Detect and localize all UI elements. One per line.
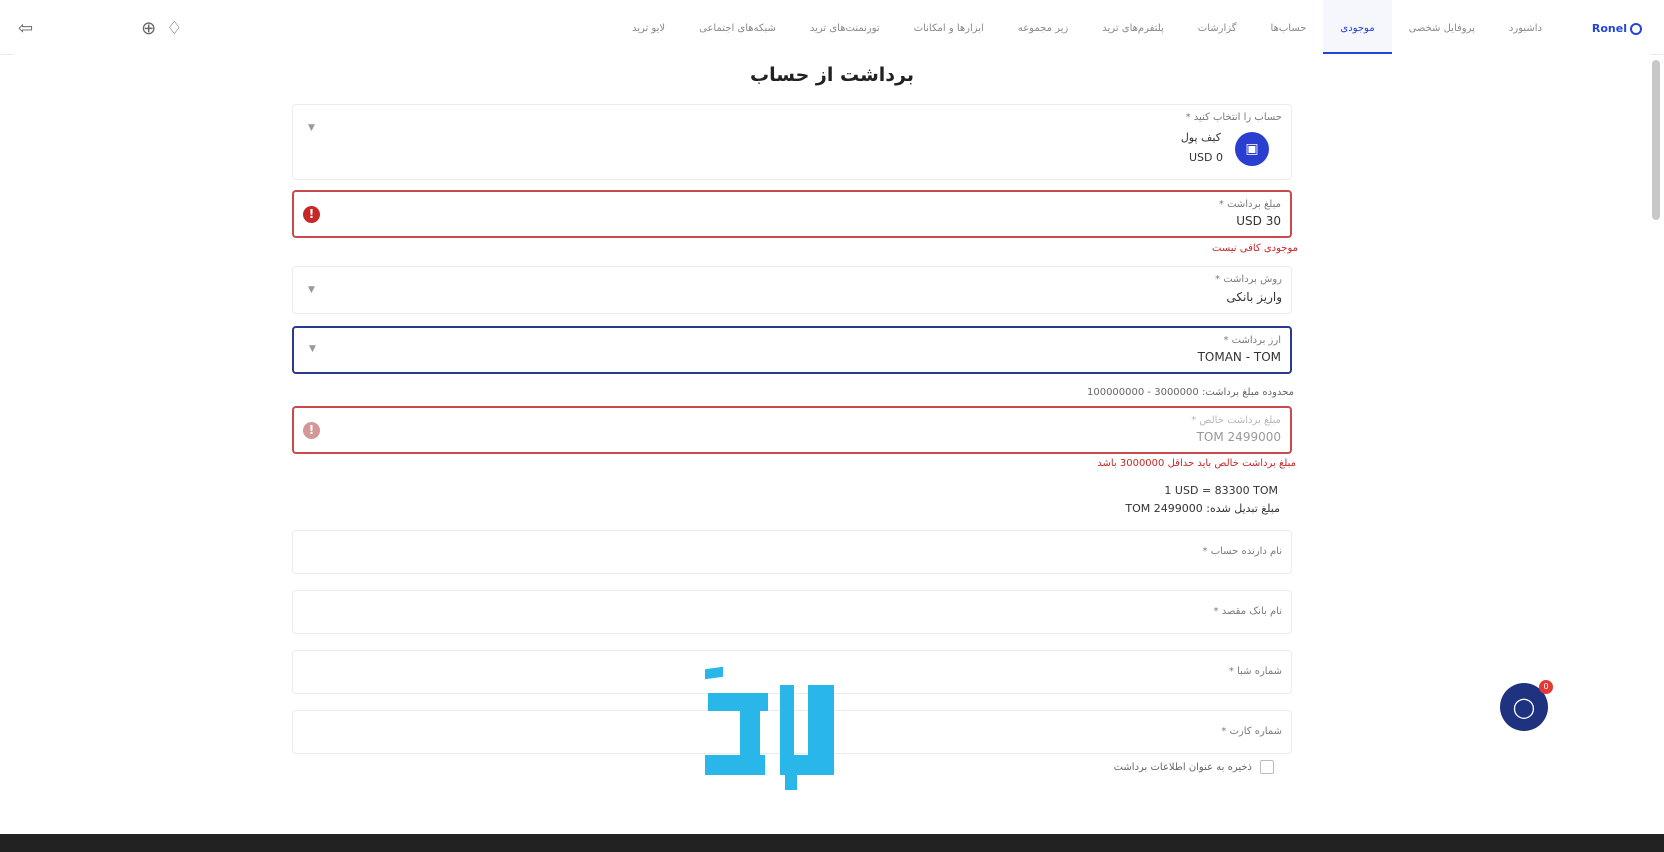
nav-accounts[interactable]: حساب‌ها <box>1254 0 1324 54</box>
logo-text: Ronel <box>1591 22 1627 35</box>
watermark-logo <box>705 666 834 790</box>
net-amount-field[interactable]: مبلغ برداشت خالص * 2499000 TOM ! <box>292 406 1292 454</box>
account-balance: USD 0 <box>1189 151 1223 164</box>
bottom-bar <box>0 834 1664 852</box>
scrollbar[interactable] <box>1652 60 1660 220</box>
method-label: روش برداشت * <box>1215 274 1282 285</box>
method-value: واریز بانکی <box>1226 290 1282 304</box>
nav-referral[interactable]: زیر مجموعه <box>1001 0 1085 54</box>
bell-icon[interactable]: ♢ <box>166 18 182 39</box>
currency-value: TOMAN - TOM <box>1197 350 1281 364</box>
save-checkbox[interactable] <box>1260 760 1274 774</box>
account-name: کیف پول <box>1180 131 1221 144</box>
account-holder-input[interactable]: نام دارنده حساب * <box>292 530 1292 574</box>
currency-select[interactable]: ارز برداشت * TOMAN - TOM ▼ <box>292 326 1292 374</box>
nav-actions: ⇦ ⊕ ♢ <box>18 18 182 39</box>
account-select[interactable]: حساب را انتخاب کنید * ▣ کیف پول USD 0 ▼ <box>292 104 1292 180</box>
chevron-down-icon: ▼ <box>309 344 316 354</box>
net-amount-value: 2499000 TOM <box>1196 430 1281 444</box>
chat-icon: ◯ <box>1512 695 1536 719</box>
chat-badge: 0 <box>1539 680 1553 694</box>
amount-label: مبلغ برداشت * <box>1218 199 1281 210</box>
account-label: حساب را انتخاب کنید * <box>1185 112 1282 123</box>
page-title: برداشت از حساب <box>750 64 914 86</box>
nav-profile[interactable]: پروفایل شخصی <box>1392 0 1492 54</box>
converted-value: TOM 2499000 <box>1125 502 1203 515</box>
nav-balance[interactable]: موجودی <box>1323 0 1392 54</box>
chevron-down-icon: ▼ <box>308 123 315 133</box>
brand-logo[interactable]: Ronel <box>1592 22 1642 35</box>
net-amount-error: مبلغ برداشت خالص باید حداقل 3000000 باشد <box>1097 458 1296 469</box>
top-navigation: Ronel داشبورد پروفایل شخصی موجودی حساب‌ه… <box>0 0 1664 55</box>
wallet-icon: ▣ <box>1235 132 1269 166</box>
nav-menu: داشبورد پروفایل شخصی موجودی حساب‌ها گزار… <box>615 0 1559 54</box>
save-payment-info[interactable]: ذخیره به عنوان اطلاعات برداشت <box>1114 760 1274 774</box>
method-select[interactable]: روش برداشت * واریز بانکی ▼ <box>292 266 1292 314</box>
error-icon: ! <box>303 422 320 439</box>
nav-reports[interactable]: گزارشات <box>1181 0 1254 54</box>
bank-name-input[interactable]: نام بانک مقصد * <box>292 590 1292 634</box>
amount-error: موجودی کافی نیست <box>1212 243 1298 254</box>
iban-placeholder: شماره شبا * <box>1228 666 1282 677</box>
net-amount-label: مبلغ برداشت خالص * <box>1191 415 1281 426</box>
error-icon: ! <box>303 206 320 223</box>
converted-label: مبلغ تبدیل شده: <box>1206 502 1280 515</box>
save-label: ذخیره به عنوان اطلاعات برداشت <box>1113 761 1252 773</box>
logout-icon[interactable]: ⇦ <box>18 18 33 39</box>
nav-live-trade[interactable]: لایو ترید <box>615 0 682 54</box>
globe-icon[interactable]: ⊕ <box>141 18 156 39</box>
chevron-down-icon: ▼ <box>308 285 315 295</box>
amount-range: محدوده مبلغ برداشت: 3000000 - 100000000 <box>1086 387 1294 398</box>
currency-label: ارز برداشت * <box>1223 335 1281 346</box>
card-number-placeholder: شماره کارت * <box>1221 726 1282 737</box>
exchange-rate: 1 USD = 83300 TOM <box>1164 484 1278 497</box>
nav-social[interactable]: شبکه‌های اجتماعی <box>682 0 793 54</box>
nav-platforms[interactable]: پلتفرم‌های ترید <box>1085 0 1181 54</box>
nav-dashboard[interactable]: داشبورد <box>1492 0 1559 54</box>
converted-amount: مبلغ تبدیل شده: TOM 2499000 <box>1125 502 1280 515</box>
amount-value: 30 USD <box>1236 214 1281 228</box>
nav-tournaments[interactable]: تورنمنت‌های ترید <box>793 0 897 54</box>
nav-tools[interactable]: ابزارها و امکانات <box>897 0 1001 54</box>
amount-field[interactable]: مبلغ برداشت * 30 USD ! <box>292 190 1292 238</box>
account-holder-placeholder: نام دارنده حساب * <box>1202 546 1282 557</box>
bank-name-placeholder: نام بانک مقصد * <box>1213 606 1282 617</box>
logo-icon <box>1630 22 1642 35</box>
